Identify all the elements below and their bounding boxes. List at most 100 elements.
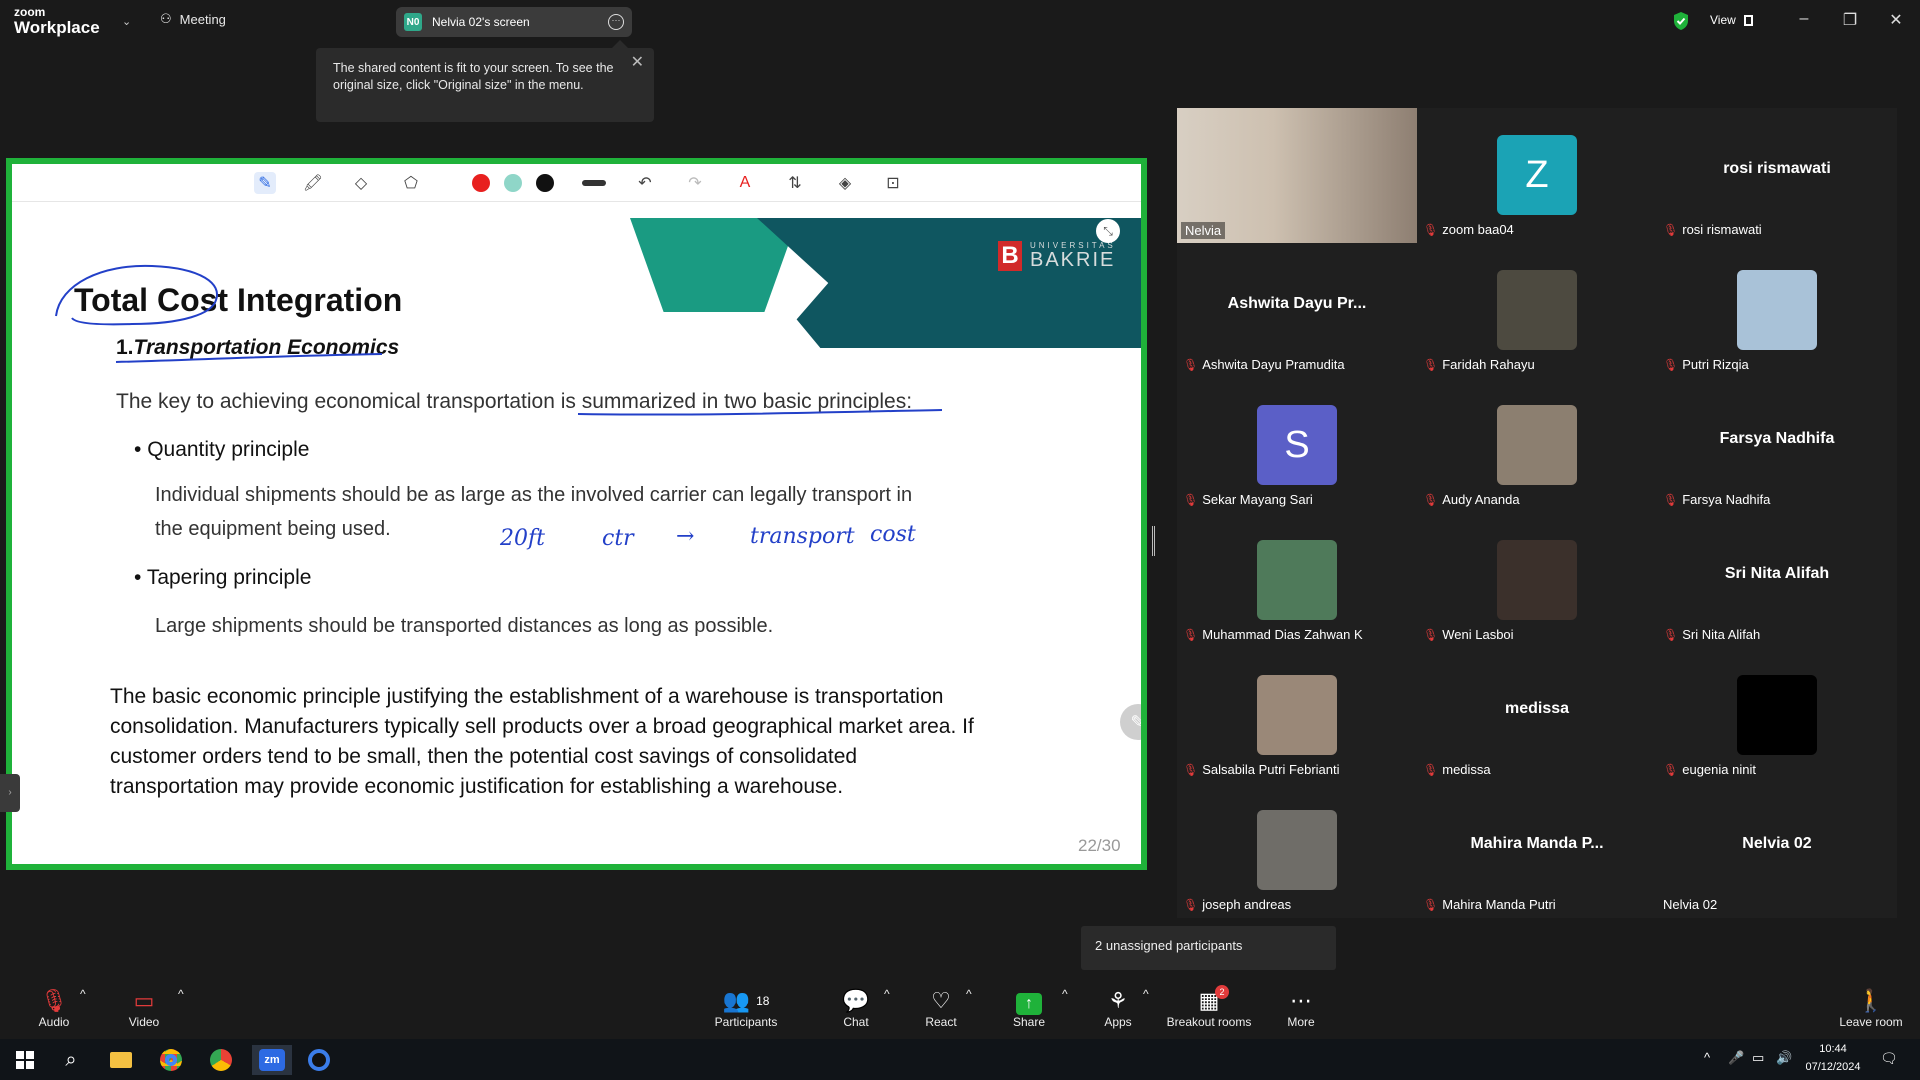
participant-tile[interactable]: 🎙 Audy Ananda — [1417, 378, 1657, 513]
unassigned-participants-notice[interactable]: 2 unassigned participants — [1081, 926, 1336, 970]
participant-tile[interactable]: Farsya Nadhifa 🎙 Farsya Nadhifa — [1657, 378, 1897, 513]
participant-tile[interactable]: 🎙 Putri Rizqia — [1657, 243, 1897, 378]
restore-icon[interactable]: ❐ — [1840, 10, 1860, 30]
pen-icon[interactable]: ✎ — [254, 172, 276, 194]
view-icon — [1743, 14, 1753, 26]
participant-tile[interactable]: rosi rismawati 🎙 rosi rismawati — [1657, 108, 1897, 243]
mic-muted-icon: 🎙 — [1663, 762, 1679, 777]
participant-name-label: 🎙 zoom baa04 — [1423, 222, 1514, 237]
participant-name: Audy Ananda — [1442, 492, 1520, 507]
eraser-icon[interactable]: ◇ — [350, 172, 372, 194]
windows-icon[interactable] — [10, 1045, 40, 1075]
chat-button[interactable]: 💬 Chat — [840, 987, 872, 1029]
minimize-icon[interactable]: – — [1794, 10, 1814, 28]
participant-tile[interactable]: 🎙 Faridah Rahayu — [1417, 243, 1657, 378]
share-button[interactable]: ↑ Share — [1012, 987, 1046, 1029]
more-button[interactable]: ⋯ More — [1286, 987, 1316, 1029]
tray-chevron-icon[interactable]: ^ — [1704, 1049, 1710, 1067]
react-button[interactable]: ♡ React — [924, 987, 958, 1029]
chat-options-chevron-icon[interactable]: ^ — [884, 987, 890, 1001]
microphone-tray-icon[interactable]: 🎤 — [1728, 1049, 1744, 1067]
file-explorer-icon[interactable] — [106, 1045, 136, 1075]
participant-name: Salsabila Putri Febrianti — [1202, 762, 1340, 777]
participant-name-label: 🎙 Putri Rizqia — [1663, 357, 1749, 372]
line-width-tool[interactable] — [582, 180, 606, 186]
audio-button[interactable]: 🎙 Audio — [34, 987, 74, 1029]
more-options-icon[interactable]: ··· — [608, 14, 624, 30]
clear-icon[interactable]: ⊡ — [882, 172, 904, 194]
redo-icon[interactable]: ↷ — [684, 172, 706, 194]
participant-tile[interactable]: Ashwita Dayu Pr... 🎙 Ashwita Dayu Pramudit… — [1177, 243, 1417, 378]
color-black-swatch[interactable] — [536, 174, 554, 192]
undo-icon[interactable]: ↶ — [634, 172, 656, 194]
participant-name-label: 🎙 Sri Nita Alifah — [1663, 627, 1760, 642]
screen-share-tab[interactable]: N0 Nelvia 02's screen ··· — [396, 7, 632, 37]
participant-name-label: 🎙 Audy Ananda — [1423, 492, 1520, 507]
participant-tile[interactable]: 🎙 joseph andreas — [1177, 783, 1417, 918]
tooltip-close-icon[interactable]: ✕ — [631, 54, 644, 71]
close-icon[interactable]: ✕ — [1886, 10, 1906, 30]
participant-display-name: medissa — [1504, 700, 1570, 717]
participants-button[interactable]: 👥 18 Participants — [712, 987, 780, 1029]
lasso-icon[interactable]: ⬠ — [400, 172, 422, 194]
clock[interactable]: 10:44 07/12/2024 — [1800, 1040, 1866, 1076]
highlighter-icon[interactable]: 🖍 — [302, 172, 324, 194]
participant-tile[interactable]: medissa 🎙 medissa — [1417, 648, 1657, 783]
participant-name-label: 🎙 Weni Lasboi — [1423, 627, 1514, 642]
participant-tile[interactable]: 🎙 Salsabila Putri Febrianti — [1177, 648, 1417, 783]
view-button[interactable]: View — [1710, 13, 1753, 27]
participant-tile[interactable]: Mahira Manda P... 🎙 Mahira Manda Putri — [1417, 783, 1657, 918]
participant-name: Ashwita Dayu Pramudita — [1202, 357, 1345, 372]
shapes-icon[interactable]: ◈ — [834, 172, 856, 194]
react-options-chevron-icon[interactable]: ^ — [966, 987, 972, 1001]
text-icon[interactable]: A — [734, 172, 756, 194]
meeting-tab[interactable]: ⚇ Meeting — [160, 11, 226, 27]
shield-icon[interactable] — [1672, 11, 1690, 31]
participant-tile[interactable]: Z 🎙 zoom baa04 — [1417, 108, 1657, 243]
apps-options-chevron-icon[interactable]: ^ — [1143, 987, 1149, 1001]
participant-gallery: Nelvia Z 🎙 zoom baa04 rosi rismawati 🎙 rosi ri… — [1177, 108, 1897, 918]
leave-room-button[interactable]: 🚶 Leave room — [1838, 987, 1904, 1029]
volume-icon[interactable]: 🔊 — [1776, 1049, 1792, 1067]
breakout-rooms-button[interactable]: ▦ 2 Breakout rooms — [1164, 985, 1254, 1029]
collapse-icon[interactable]: ⤡ — [1096, 219, 1120, 243]
participant-tile[interactable]: 🎙 eugenia ninit — [1657, 648, 1897, 783]
annotate-pen-icon[interactable]: ✎ — [1120, 704, 1141, 740]
participant-tile[interactable]: 🎙 Weni Lasboi — [1417, 513, 1657, 648]
chrome-icon[interactable] — [156, 1045, 186, 1075]
participant-name-label: 🎙 Ashwita Dayu Pramudita — [1183, 357, 1345, 372]
notifications-icon[interactable]: 🗨 — [1880, 1049, 1898, 1067]
participant-tile[interactable]: Nelvia — [1177, 108, 1417, 243]
app-circle-icon[interactable] — [304, 1045, 334, 1075]
color-red-swatch[interactable] — [472, 174, 490, 192]
leave-icon: 🚶 — [1857, 988, 1885, 1013]
video-button[interactable]: ▭ Video — [124, 987, 164, 1029]
participant-name-label: 🎙 Salsabila Putri Febrianti — [1183, 762, 1340, 777]
chrome-profile-icon[interactable] — [206, 1045, 236, 1075]
zoom-taskbar-icon[interactable]: zm — [252, 1045, 292, 1075]
video-options-chevron-icon[interactable]: ^ — [178, 987, 184, 1001]
network-icon[interactable]: ▭ — [1752, 1049, 1764, 1067]
brand-menu-chevron-icon[interactable]: ⌄ — [122, 15, 131, 28]
mic-muted-icon: 🎙 — [1663, 492, 1679, 507]
shared-screen[interactable]: ✎ 🖍 ◇ ⬠ ↶ ↷ A ⇅ ◈ ⊡ B UNIVERSITAS BAKRIE… — [6, 158, 1147, 870]
mic-muted-icon: 🎙 — [1423, 897, 1439, 912]
search-icon[interactable]: ⌕ — [56, 1045, 86, 1075]
format-icon[interactable]: ⇅ — [784, 172, 806, 194]
side-panel-toggle[interactable]: › — [0, 774, 20, 812]
participant-tile[interactable]: 🎙 Muhammad Dias Zahwan K — [1177, 513, 1417, 648]
audio-options-chevron-icon[interactable]: ^ — [80, 987, 86, 1001]
participant-name: Muhammad Dias Zahwan K — [1202, 627, 1363, 642]
participant-name: zoom baa04 — [1442, 222, 1514, 237]
participant-name-label: 🎙 joseph andreas — [1183, 897, 1291, 912]
color-teal-swatch[interactable] — [504, 174, 522, 192]
participant-tile[interactable]: S 🎙 Sekar Mayang Sari — [1177, 378, 1417, 513]
share-options-chevron-icon[interactable]: ^ — [1062, 987, 1068, 1001]
panel-splitter[interactable] — [1152, 526, 1155, 556]
participant-tile[interactable]: Sri Nita Alifah 🎙 Sri Nita Alifah — [1657, 513, 1897, 648]
apps-icon: ⚘ — [1108, 988, 1128, 1013]
university-logo-text: UNIVERSITAS BAKRIE — [1030, 241, 1116, 271]
apps-button[interactable]: ⚘ Apps — [1102, 987, 1134, 1029]
participant-tile[interactable]: Nelvia 02 Nelvia 02 — [1657, 783, 1897, 918]
slide-decoration-dark — [757, 218, 1141, 348]
